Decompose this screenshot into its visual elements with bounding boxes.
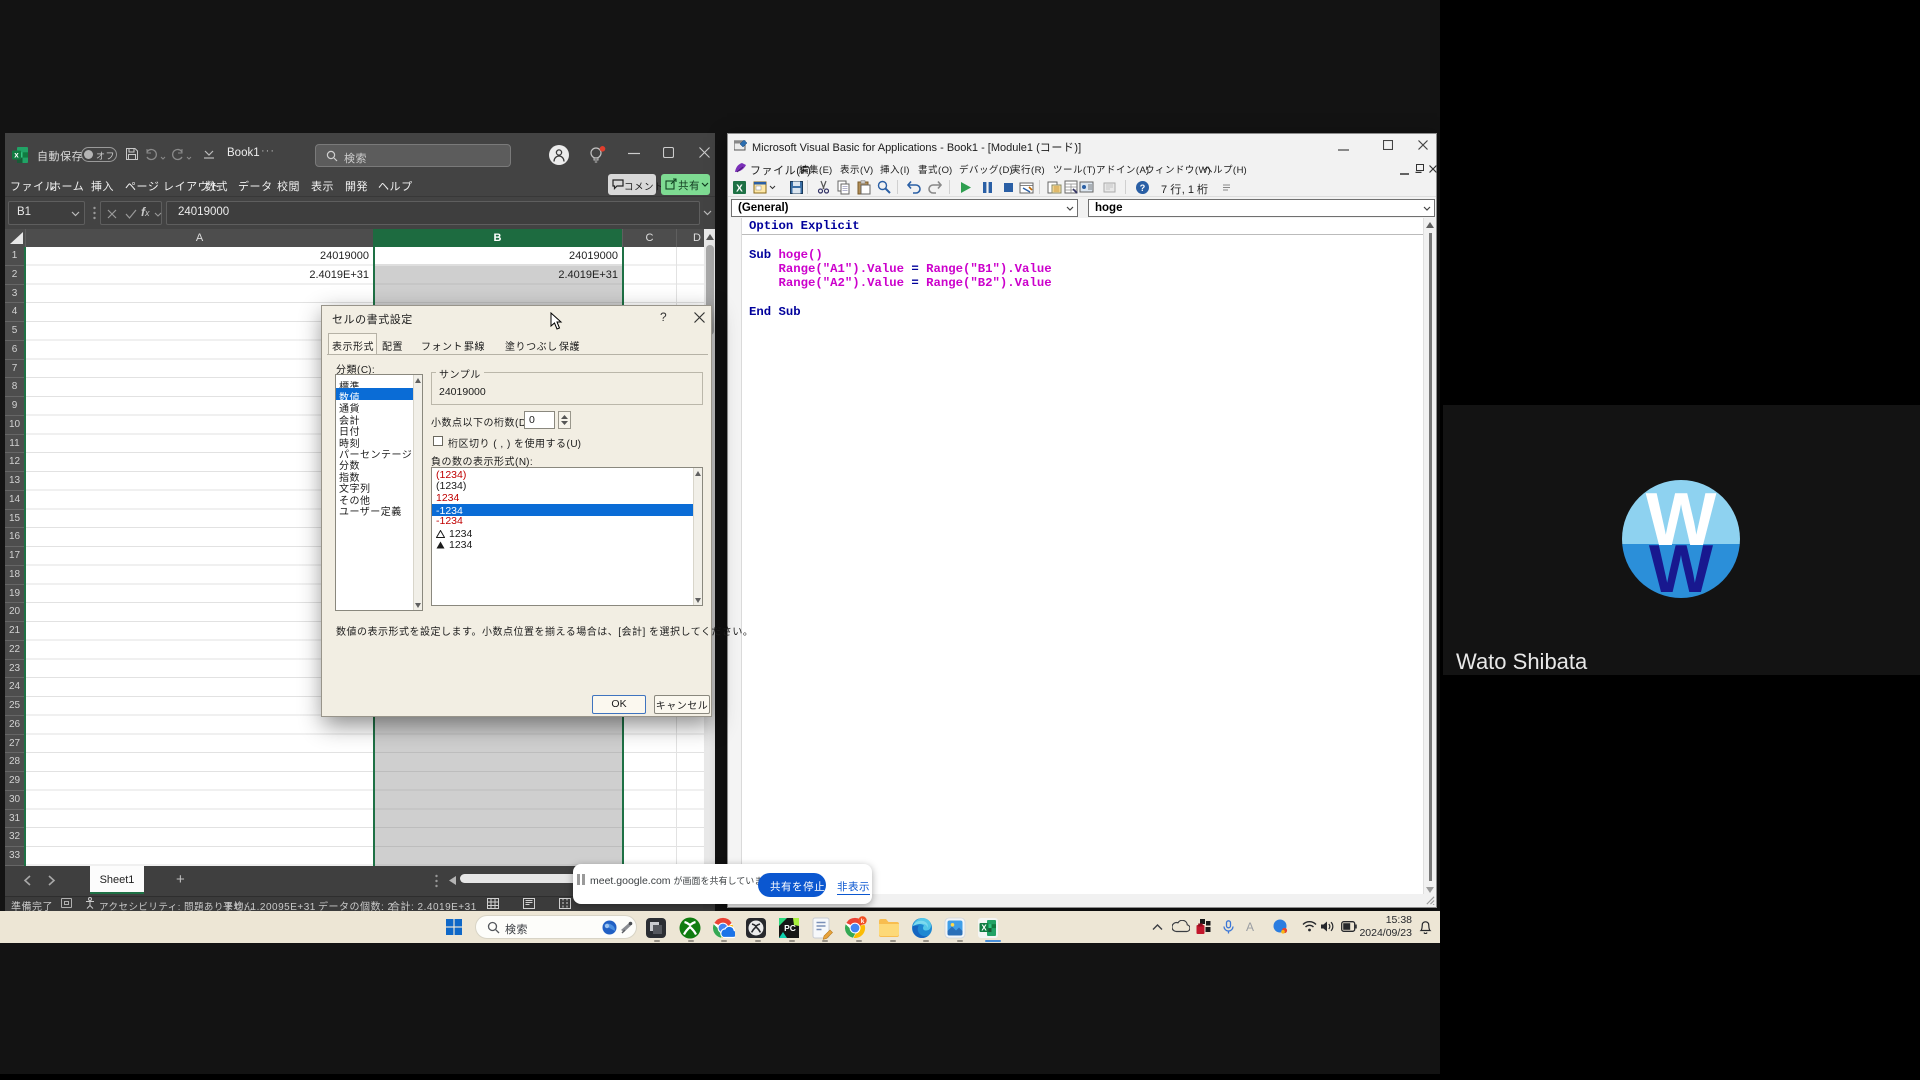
- svg-text:?: ?: [1140, 183, 1146, 193]
- svg-text:k: k: [861, 918, 865, 925]
- svg-text:X: X: [736, 184, 743, 195]
- svg-text:W: W: [1649, 531, 1714, 598]
- svg-text:x: x: [14, 151, 19, 160]
- svg-text:X: X: [981, 924, 987, 933]
- svg-text:PC: PC: [784, 923, 796, 933]
